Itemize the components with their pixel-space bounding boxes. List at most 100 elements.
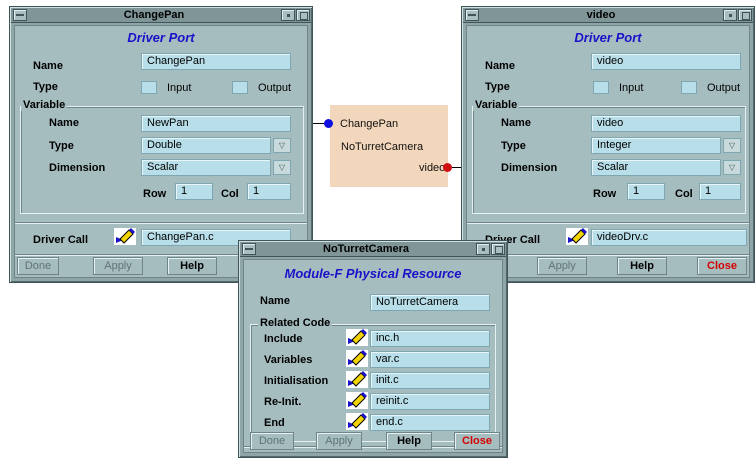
apply-button[interactable]: Apply <box>537 257 587 275</box>
apply-button[interactable]: Apply <box>316 432 362 450</box>
dimension-select[interactable]: Scalar <box>591 159 721 176</box>
var-type-select[interactable]: Double <box>141 137 271 154</box>
pencil-edit-icon[interactable] <box>566 228 588 245</box>
output-port-icon[interactable] <box>443 163 452 172</box>
variables-label: Variables <box>264 354 313 366</box>
done-button[interactable]: Done <box>250 432 294 450</box>
related-code-group-label: Related Code <box>258 317 333 329</box>
initialisation-label: Initialisation <box>264 375 329 387</box>
help-button[interactable]: Help <box>617 257 667 275</box>
output-label: Output <box>258 82 292 94</box>
var-name-field[interactable]: video <box>591 115 741 132</box>
done-button[interactable]: Done <box>17 257 59 275</box>
row-field[interactable]: 1 <box>175 183 213 200</box>
col-label: Col <box>675 188 693 200</box>
apply-button[interactable]: Apply <box>93 257 143 275</box>
dialog-header: Driver Port <box>574 30 642 45</box>
pencil-edit-icon[interactable] <box>346 350 368 367</box>
row-label: Row <box>143 188 167 200</box>
col-field[interactable]: 1 <box>699 183 741 200</box>
input-port-icon[interactable] <box>324 119 333 128</box>
include-field[interactable]: inc.h <box>370 330 490 347</box>
noturret-client: Module-F Physical Resource Name NoTurret… <box>243 259 503 453</box>
minimize-button[interactable] <box>281 9 295 21</box>
window-menu-button[interactable] <box>13 9 27 21</box>
variable-group-label: Variable <box>473 99 520 111</box>
type-label: Type <box>485 81 510 93</box>
var-type-select[interactable]: Integer <box>591 137 721 154</box>
reinit-field[interactable]: reinit.c <box>370 393 490 410</box>
row-field[interactable]: 1 <box>627 183 665 200</box>
help-button[interactable]: Help <box>386 432 432 450</box>
dimension-select[interactable]: Scalar <box>141 159 271 176</box>
pencil-edit-icon[interactable] <box>346 371 368 388</box>
noturret-titlebar[interactable]: NoTurretCamera <box>240 242 506 257</box>
button-bar: Done Apply Help Close <box>244 430 502 452</box>
video-client: Driver Port Name video Type Input Output… <box>466 25 750 278</box>
window-title: ChangePan <box>123 9 185 21</box>
row-label: Row <box>593 188 617 200</box>
pencil-edit-icon[interactable] <box>346 329 368 346</box>
dimension-label: Dimension <box>501 162 558 174</box>
driver-call-field[interactable]: videoDrv.c <box>591 229 747 246</box>
close-button[interactable]: Close <box>454 432 500 450</box>
module-block[interactable]: ChangePan NoTurretCamera video <box>330 105 448 187</box>
name-field[interactable]: ChangePan <box>141 53 291 70</box>
dialog-header: Module-F Physical Resource <box>284 266 462 281</box>
input-label: Input <box>619 82 644 94</box>
pencil-edit-icon[interactable] <box>346 392 368 409</box>
window-menu-button[interactable] <box>465 9 479 21</box>
module-name: NoTurretCamera <box>341 141 424 153</box>
initialisation-field[interactable]: init.c <box>370 372 490 389</box>
video-titlebar[interactable]: video <box>463 8 753 23</box>
variable-group-label: Variable <box>21 99 68 111</box>
pencil-edit-icon[interactable] <box>114 228 136 245</box>
pencil-edit-icon[interactable] <box>346 413 368 430</box>
var-name-label: Name <box>501 117 531 129</box>
name-label: Name <box>260 295 290 307</box>
name-label: Name <box>485 60 515 72</box>
input-label: Input <box>167 82 192 94</box>
input-checkbox[interactable] <box>593 81 609 94</box>
col-field[interactable]: 1 <box>247 183 291 200</box>
module-output-port-label: video <box>419 162 446 174</box>
maximize-button[interactable] <box>491 243 505 255</box>
input-checkbox[interactable] <box>141 81 157 94</box>
var-type-label: Type <box>49 140 74 152</box>
variables-field[interactable]: var.c <box>370 351 490 368</box>
name-field[interactable]: NoTurretCamera <box>370 294 490 311</box>
module-input-port-label: ChangePan <box>340 118 399 130</box>
driver-call-label: Driver Call <box>33 234 89 246</box>
changepan-titlebar[interactable]: ChangePan <box>11 8 311 23</box>
window-menu-button[interactable] <box>242 243 256 255</box>
window-title: video <box>586 9 616 21</box>
help-button[interactable]: Help <box>167 257 217 275</box>
name-label: Name <box>33 60 63 72</box>
dropdown-arrow-icon[interactable]: ▽ <box>723 160 741 175</box>
maximize-button[interactable] <box>738 9 752 21</box>
include-label: Include <box>264 333 303 345</box>
maximize-button[interactable] <box>296 9 310 21</box>
reinit-label: Re-Init. <box>264 396 302 408</box>
close-button[interactable]: Close <box>697 257 747 275</box>
button-bar: Apply Help Close <box>467 255 749 277</box>
output-checkbox[interactable] <box>232 81 248 94</box>
dialog-header: Driver Port <box>127 30 195 45</box>
name-field[interactable]: video <box>591 53 741 70</box>
end-field[interactable]: end.c <box>370 414 490 431</box>
window-title: NoTurretCamera <box>323 243 409 255</box>
var-name-field[interactable]: NewPan <box>141 115 291 132</box>
output-connector-line <box>452 167 461 168</box>
dropdown-arrow-icon[interactable]: ▽ <box>273 160 291 175</box>
minimize-button[interactable] <box>723 9 737 21</box>
output-checkbox[interactable] <box>681 81 697 94</box>
separator <box>15 222 307 224</box>
type-label: Type <box>33 81 58 93</box>
separator <box>467 222 749 224</box>
noturret-window: NoTurretCamera Module-F Physical Resourc… <box>238 240 508 458</box>
dropdown-arrow-icon[interactable]: ▽ <box>273 138 291 153</box>
dropdown-arrow-icon[interactable]: ▽ <box>723 138 741 153</box>
var-name-label: Name <box>49 117 79 129</box>
minimize-button[interactable] <box>476 243 490 255</box>
col-label: Col <box>221 188 239 200</box>
